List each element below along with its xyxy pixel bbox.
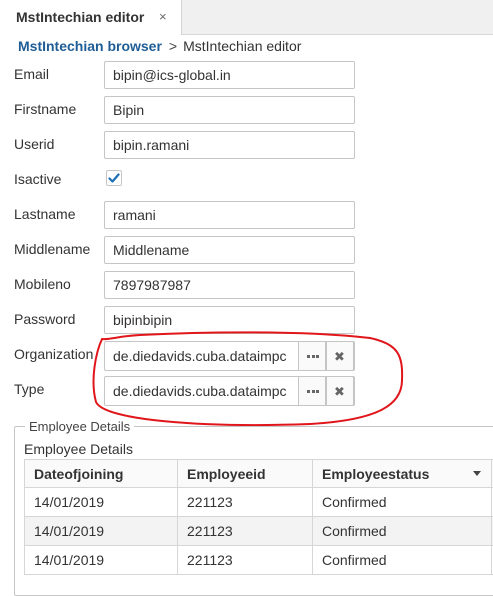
type-lookup-button[interactable]	[298, 376, 326, 406]
organization-lookup-button[interactable]	[298, 341, 326, 371]
isactive-label: Isactive	[14, 171, 62, 187]
cell-employeestatus: Confirmed	[312, 517, 491, 545]
checkmark-icon	[108, 173, 120, 183]
tab-bar: MstIntechian editor ×	[0, 0, 493, 35]
table-header: Dateofjoining Employeeid Employeestatus	[24, 459, 493, 488]
cell-dateofjoining: 14/01/2019	[24, 517, 177, 545]
organization-clear-button[interactable]: ✖	[326, 341, 354, 371]
sort-down-icon[interactable]	[473, 471, 481, 476]
form-row-firstname: Firstname Bipin	[14, 96, 474, 124]
userid-label: Userid	[14, 136, 55, 152]
table-row[interactable]: 14/01/2019 221123 Confirmed	[24, 517, 493, 546]
cell-dateofjoining: 14/01/2019	[24, 488, 177, 516]
clear-x-icon: ✖	[334, 384, 345, 399]
close-icon[interactable]: ×	[159, 9, 167, 24]
group-caption: Employee Details	[25, 419, 135, 434]
cell-employeeid: 221123	[177, 546, 312, 574]
type-label: Type	[14, 381, 45, 397]
column-header-label: Employeestatus	[322, 466, 430, 482]
middlename-label: Middlename	[14, 241, 91, 257]
form-row-isactive: Isactive	[14, 166, 474, 194]
cell-dateofjoining: 14/01/2019	[24, 546, 177, 574]
form-row-password: Password bipinbipin	[14, 306, 474, 334]
mobileno-field[interactable]: 7897987987	[104, 271, 355, 299]
email-field[interactable]: bipin@ics-global.in	[104, 61, 355, 89]
type-picker[interactable]: de.diedavids.cuba.dataimpc ✖	[104, 376, 355, 406]
middlename-field[interactable]: Middlename	[104, 236, 355, 264]
column-header-dateofjoining[interactable]: Dateofjoining	[24, 460, 177, 487]
table-row[interactable]: 14/01/2019 221123 Confirmed	[24, 546, 493, 575]
breadcrumb: MstIntechian browser > MstIntechian editor	[18, 38, 301, 54]
form-row-middlename: Middlename Middlename	[14, 236, 474, 264]
type-clear-button[interactable]: ✖	[326, 376, 354, 406]
lastname-field[interactable]: ramani	[104, 201, 355, 229]
form-row-email: Email bipin@ics-global.in	[14, 61, 474, 89]
password-label: Password	[14, 311, 76, 327]
cell-employeestatus: Confirmed	[312, 488, 491, 516]
cell-employeestatus: Confirmed	[312, 546, 491, 574]
tab-title: MstIntechian editor	[16, 9, 145, 25]
breadcrumb-separator: >	[168, 38, 178, 54]
cell-employeeid: 221123	[177, 517, 312, 545]
firstname-label: Firstname	[14, 101, 77, 117]
organization-label: Organization	[14, 346, 94, 362]
email-label: Email	[14, 66, 50, 82]
tab-mstintechian-editor[interactable]: MstIntechian editor ×	[0, 0, 182, 35]
form-row-type: Type de.diedavids.cuba.dataimpc ✖	[14, 376, 474, 406]
lastname-label: Lastname	[14, 206, 76, 222]
employee-details-table: Dateofjoining Employeeid Employeestatus …	[24, 459, 493, 575]
isactive-checkbox[interactable]	[106, 170, 122, 186]
form-row-lastname: Lastname ramani	[14, 201, 474, 229]
clear-x-icon: ✖	[334, 349, 345, 364]
column-header-employeeid[interactable]: Employeeid	[177, 460, 312, 487]
password-field[interactable]: bipinbipin	[104, 306, 355, 334]
cell-employeeid: 221123	[177, 488, 312, 516]
breadcrumb-link-browser[interactable]: MstIntechian browser	[18, 38, 162, 54]
table-row[interactable]: 14/01/2019 221123 Confirmed	[24, 488, 493, 517]
column-header-employeestatus[interactable]: Employeestatus	[312, 460, 491, 487]
form-row-organization: Organization de.diedavids.cuba.dataimpc …	[14, 341, 474, 371]
form-row-mobileno: Mobileno 7897987987	[14, 271, 474, 299]
form-row-userid: Userid bipin.ramani	[14, 131, 474, 159]
firstname-field[interactable]: Bipin	[104, 96, 355, 124]
lookup-dots-icon	[307, 355, 319, 358]
userid-field[interactable]: bipin.ramani	[104, 131, 355, 159]
organization-picker[interactable]: de.diedavids.cuba.dataimpc ✖	[104, 341, 355, 371]
mobileno-label: Mobileno	[14, 276, 71, 292]
lookup-dots-icon	[307, 390, 319, 393]
type-value: de.diedavids.cuba.dataimpc	[113, 383, 287, 399]
organization-value: de.diedavids.cuba.dataimpc	[113, 348, 287, 364]
table-caption: Employee Details	[24, 441, 133, 457]
breadcrumb-current: MstIntechian editor	[183, 38, 302, 54]
